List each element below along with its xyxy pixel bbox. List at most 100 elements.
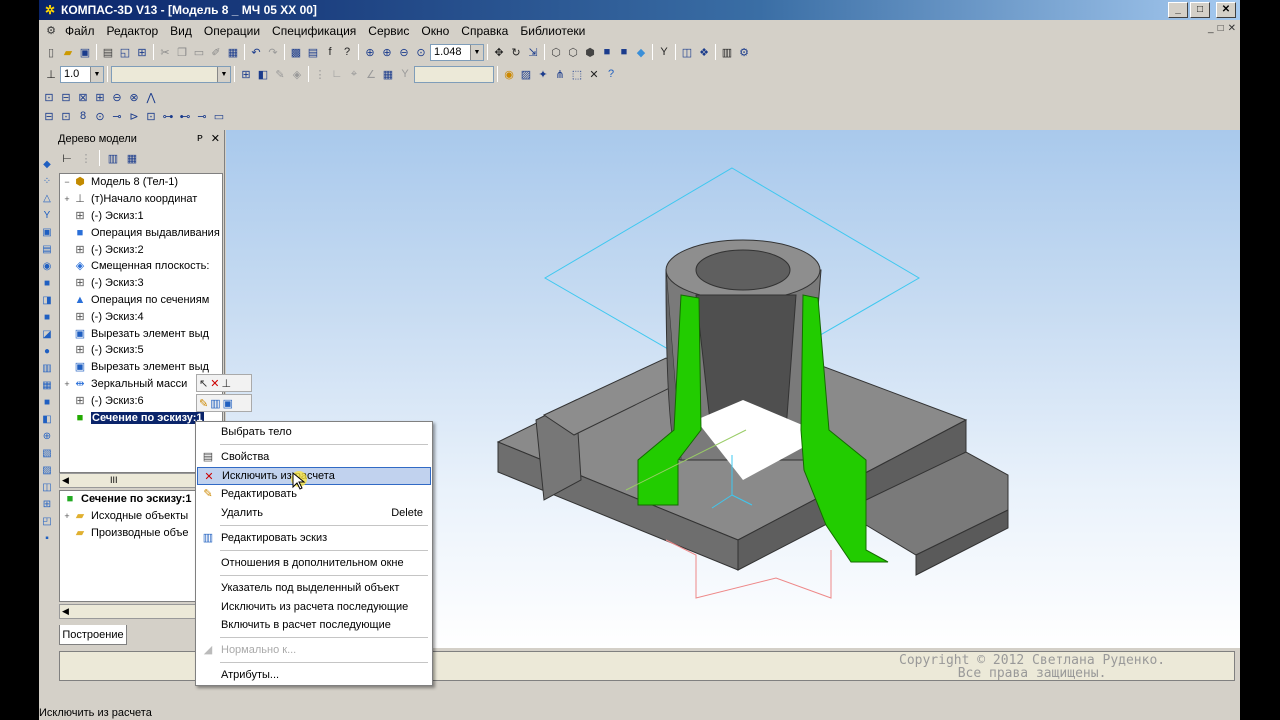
mini-pointer-icon[interactable]: ↖	[199, 377, 208, 390]
tree-close-button[interactable]: ✕	[211, 132, 220, 145]
edit-icon-7[interactable]: ⊡	[143, 108, 159, 124]
grid-icon[interactable]: ⋮	[312, 66, 328, 82]
color-palette-icon[interactable]: ◉	[501, 66, 517, 82]
compact-tool-16-icon[interactable]: ◧	[40, 413, 54, 427]
material-icon[interactable]: ▨	[518, 66, 534, 82]
edit-icon-6[interactable]: ⊳	[126, 108, 142, 124]
open-folder-icon[interactable]: ▰	[60, 44, 76, 60]
layers-icon[interactable]: ◈	[289, 66, 305, 82]
edit-icon-10[interactable]: ⊸	[194, 108, 210, 124]
compact-tool-6-icon[interactable]: ▤	[40, 243, 54, 257]
properties-icon[interactable]: ❖	[696, 44, 712, 60]
style-combo[interactable]: ▼	[111, 65, 231, 83]
mdi-minimize-button[interactable]: _	[1208, 23, 1214, 34]
menu-item-attributes[interactable]: Атрибуты...	[197, 666, 431, 684]
compact-tool-18-icon[interactable]: ▧	[40, 447, 54, 461]
view-icon-1[interactable]: ⊡	[41, 89, 57, 105]
zoom-fit-icon[interactable]: ⊙	[413, 44, 429, 60]
compact-tool-9-icon[interactable]: ◨	[40, 294, 54, 308]
measure-icon[interactable]: ▥	[719, 44, 735, 60]
tree-root[interactable]: − ⬢ Модель 8 (Тел-1)	[60, 174, 222, 191]
menu-libraries[interactable]: Библиотеки	[514, 24, 591, 38]
mini-props-icon[interactable]: ▣	[223, 397, 233, 410]
scroll-left-icon[interactable]: ◀	[62, 606, 69, 617]
menu-item-delete[interactable]: Удалить Delete	[197, 504, 431, 522]
mini-sketch-icon[interactable]: ▥	[210, 397, 220, 410]
menu-service[interactable]: Сервис	[362, 24, 415, 38]
compact-tool-10-icon[interactable]: ■	[40, 311, 54, 325]
tree-item[interactable]: + ⊥ (т)Начало координат	[60, 191, 222, 208]
edit-icon-9[interactable]: ⊷	[177, 108, 193, 124]
compact-tool-8-icon[interactable]: ■	[40, 277, 54, 291]
compact-tool-21-icon[interactable]: ⊞	[40, 498, 54, 512]
halftone-edges-icon[interactable]: ■	[616, 44, 632, 60]
zoom-in-icon[interactable]: ⊕	[379, 44, 395, 60]
undo-icon[interactable]: ↶	[248, 44, 264, 60]
mdi-close-button[interactable]: ✕	[1228, 23, 1236, 34]
edit-icon-5[interactable]: ⊸	[109, 108, 125, 124]
menu-file[interactable]: Файл	[59, 24, 101, 38]
copy-icon[interactable]: ❐	[174, 44, 190, 60]
menu-item-exclude-following[interactable]: Исключить из расчета последующие	[197, 598, 431, 616]
local-cs-icon[interactable]: ⊥	[43, 66, 59, 82]
halftone-icon[interactable]: ■	[599, 44, 615, 60]
print-icon[interactable]: ▤	[100, 44, 116, 60]
maximize-button[interactable]: □	[1190, 2, 1210, 18]
orthogonal-icon[interactable]: ∟	[329, 66, 345, 82]
tab-build[interactable]: Построение	[59, 625, 127, 645]
menu-item-include-following[interactable]: Включить в расчет последующие	[197, 616, 431, 634]
compact-tool-5-icon[interactable]: ▣	[40, 226, 54, 240]
compact-tool-2-icon[interactable]: ⁘	[40, 175, 54, 189]
pan-icon[interactable]: ✥	[491, 44, 507, 60]
view-icon-4[interactable]: ⊞	[92, 89, 108, 105]
edit-icon-3[interactable]: 8	[75, 108, 91, 124]
compact-tool-11-icon[interactable]: ◪	[40, 328, 54, 342]
menu-operations[interactable]: Операции	[198, 24, 266, 38]
tree-view-2-icon[interactable]: ▦	[124, 150, 140, 166]
menu-item-properties[interactable]: ▤ Свойства	[197, 448, 431, 466]
compact-tool-1-icon[interactable]: ◆	[40, 158, 54, 172]
sketch-tool-icon[interactable]: ⊞	[238, 66, 254, 82]
compact-tool-19-icon[interactable]: ▨	[40, 464, 54, 478]
perspective-icon[interactable]: ◆	[633, 44, 649, 60]
menu-item-relations[interactable]: Отношения в дополнительном окне	[197, 554, 431, 572]
save-icon[interactable]: ▣	[77, 44, 93, 60]
view-icon-2[interactable]: ⊟	[58, 89, 74, 105]
tree-item[interactable]: ⊞ (-) Эскиз:4	[60, 308, 222, 325]
bounding-icon[interactable]: ⬚	[569, 66, 585, 82]
compact-tool-22-icon[interactable]: ◰	[40, 515, 54, 529]
tree-structure-icon[interactable]: ⋮	[78, 150, 94, 166]
tree-item[interactable]: ⊞ (-) Эскиз:2	[60, 241, 222, 258]
view-icon-5[interactable]: ⊖	[109, 89, 125, 105]
close-button[interactable]: ✕	[1216, 2, 1236, 18]
menu-item-edit-sketch[interactable]: ▥ Редактировать эскиз	[197, 529, 431, 547]
menu-item-pointer[interactable]: Указатель под выделенный объект	[197, 579, 431, 597]
coords-combo[interactable]	[414, 65, 494, 83]
variables-icon[interactable]: ▩	[288, 44, 304, 60]
new-file-icon[interactable]: ▯	[43, 44, 59, 60]
compact-tool-12-icon[interactable]: ●	[40, 345, 54, 359]
scale-combo[interactable]: 1.0 ▼	[60, 65, 104, 83]
axis-tool-icon[interactable]: ⋔	[552, 66, 568, 82]
menu-window[interactable]: Окно	[415, 24, 455, 38]
compact-tool-7-icon[interactable]: ◉	[40, 260, 54, 274]
compact-tool-17-icon[interactable]: ⊕	[40, 430, 54, 444]
library-icon[interactable]: ▤	[305, 44, 321, 60]
scroll-left-icon[interactable]: ◀	[62, 475, 69, 486]
format-icon[interactable]: ✐	[208, 44, 224, 60]
snap-icon[interactable]: ◫	[679, 44, 695, 60]
preview-icon[interactable]: ◱	[117, 44, 133, 60]
rotate-icon[interactable]: ↻	[508, 44, 524, 60]
compact-tool-20-icon[interactable]: ◫	[40, 481, 54, 495]
edit-icon-4[interactable]: ⊙	[92, 108, 108, 124]
compact-tool-4-icon[interactable]: Y	[40, 209, 54, 223]
zoom-combo[interactable]: 1.048 ▼	[430, 43, 484, 61]
compact-tool-15-icon[interactable]: ■	[40, 396, 54, 410]
edit-icon-2[interactable]: ⊡	[58, 108, 74, 124]
help-pointer-icon[interactable]: ?	[339, 44, 355, 60]
snap-mode-icon[interactable]: ⌖	[346, 66, 362, 82]
thin-hidden-icon[interactable]: ⬢	[582, 44, 598, 60]
menu-item-select-body[interactable]: Выбрать тело	[197, 423, 431, 441]
tree-item[interactable]: ■ Операция выдавливания	[60, 224, 222, 241]
paste-icon[interactable]: ▭	[191, 44, 207, 60]
